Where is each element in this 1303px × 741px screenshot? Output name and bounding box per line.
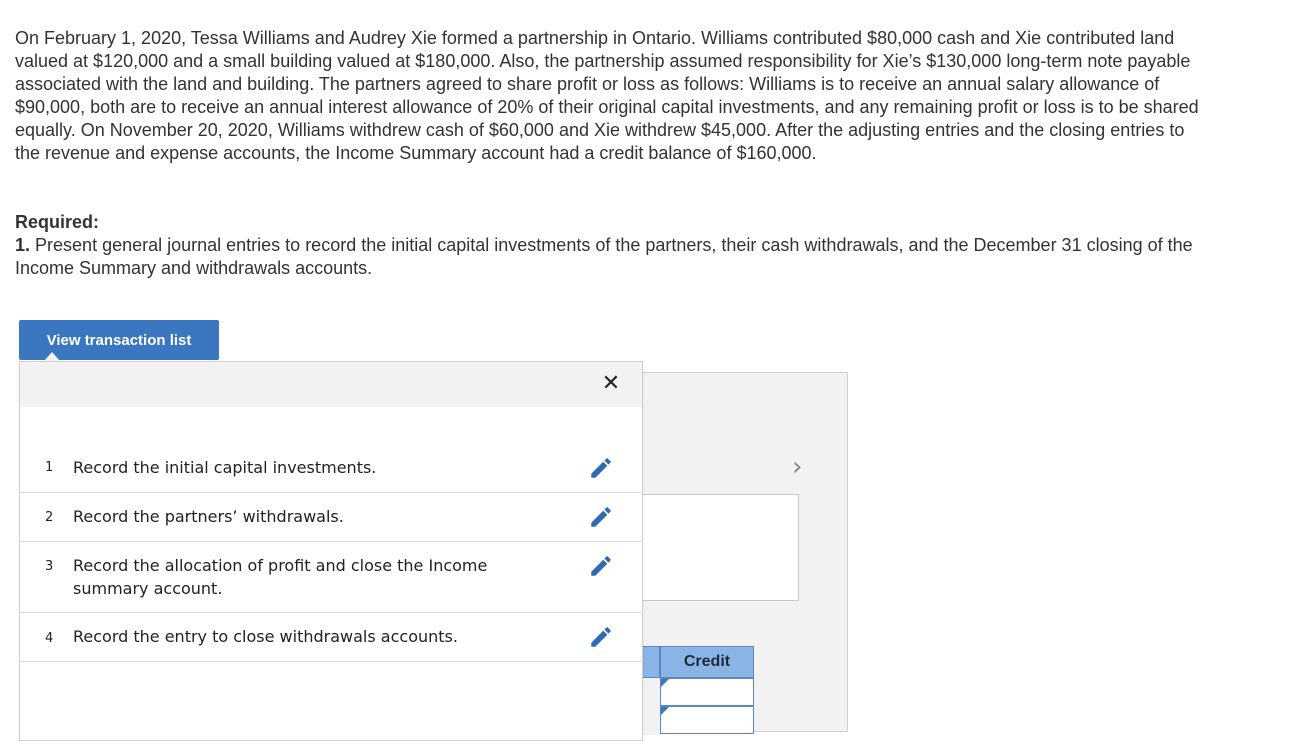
pencil-icon[interactable] bbox=[588, 455, 614, 481]
popup-pointer bbox=[44, 352, 60, 361]
required-section: Required: 1. Present general journal ent… bbox=[15, 211, 1205, 280]
problem-paragraph: On February 1, 2020, Tessa Williams and … bbox=[15, 28, 1199, 163]
next-arrow-icon[interactable]: › bbox=[792, 452, 802, 482]
popup-header: ✕ bbox=[20, 362, 642, 407]
credit-input-cell[interactable] bbox=[660, 678, 754, 706]
transaction-list-popup: ✕ 1 Record the initial capital investmen… bbox=[19, 361, 643, 741]
pencil-icon[interactable] bbox=[588, 504, 614, 530]
pencil-icon[interactable] bbox=[588, 553, 614, 579]
transaction-description: Record the initial capital investments. bbox=[73, 458, 377, 477]
problem-statement: On February 1, 2020, Tessa Williams and … bbox=[15, 27, 1205, 165]
transaction-number: 1 bbox=[45, 460, 54, 475]
transaction-description: Record the partners’ withdrawals. bbox=[73, 507, 344, 526]
requirement-text: Present general journal entries to recor… bbox=[15, 235, 1193, 278]
transaction-description: Record the entry to close withdrawals ac… bbox=[73, 627, 458, 646]
cell-marker-icon bbox=[661, 679, 669, 687]
cell-marker-icon bbox=[661, 707, 669, 715]
transaction-number: 2 bbox=[45, 510, 54, 525]
close-icon[interactable]: ✕ bbox=[598, 371, 624, 397]
requirement-number: 1. bbox=[15, 235, 31, 255]
transaction-description: Record the allocation of profit and clos… bbox=[73, 556, 488, 598]
transaction-row[interactable]: 4 Record the entry to close withdrawals … bbox=[20, 613, 642, 662]
transaction-row[interactable]: 3 Record the allocation of profit and cl… bbox=[20, 542, 642, 613]
credit-column-header: Credit bbox=[660, 646, 754, 678]
transaction-list: 1 Record the initial capital investments… bbox=[20, 444, 642, 662]
required-label: Required: bbox=[15, 212, 100, 232]
transaction-row[interactable]: 1 Record the initial capital investments… bbox=[20, 444, 642, 493]
credit-input-cell[interactable] bbox=[660, 706, 754, 734]
transaction-number: 4 bbox=[45, 631, 54, 646]
transaction-row[interactable]: 2 Record the partners’ withdrawals. bbox=[20, 493, 642, 542]
pencil-icon[interactable] bbox=[588, 624, 614, 650]
transaction-number: 3 bbox=[45, 559, 54, 574]
